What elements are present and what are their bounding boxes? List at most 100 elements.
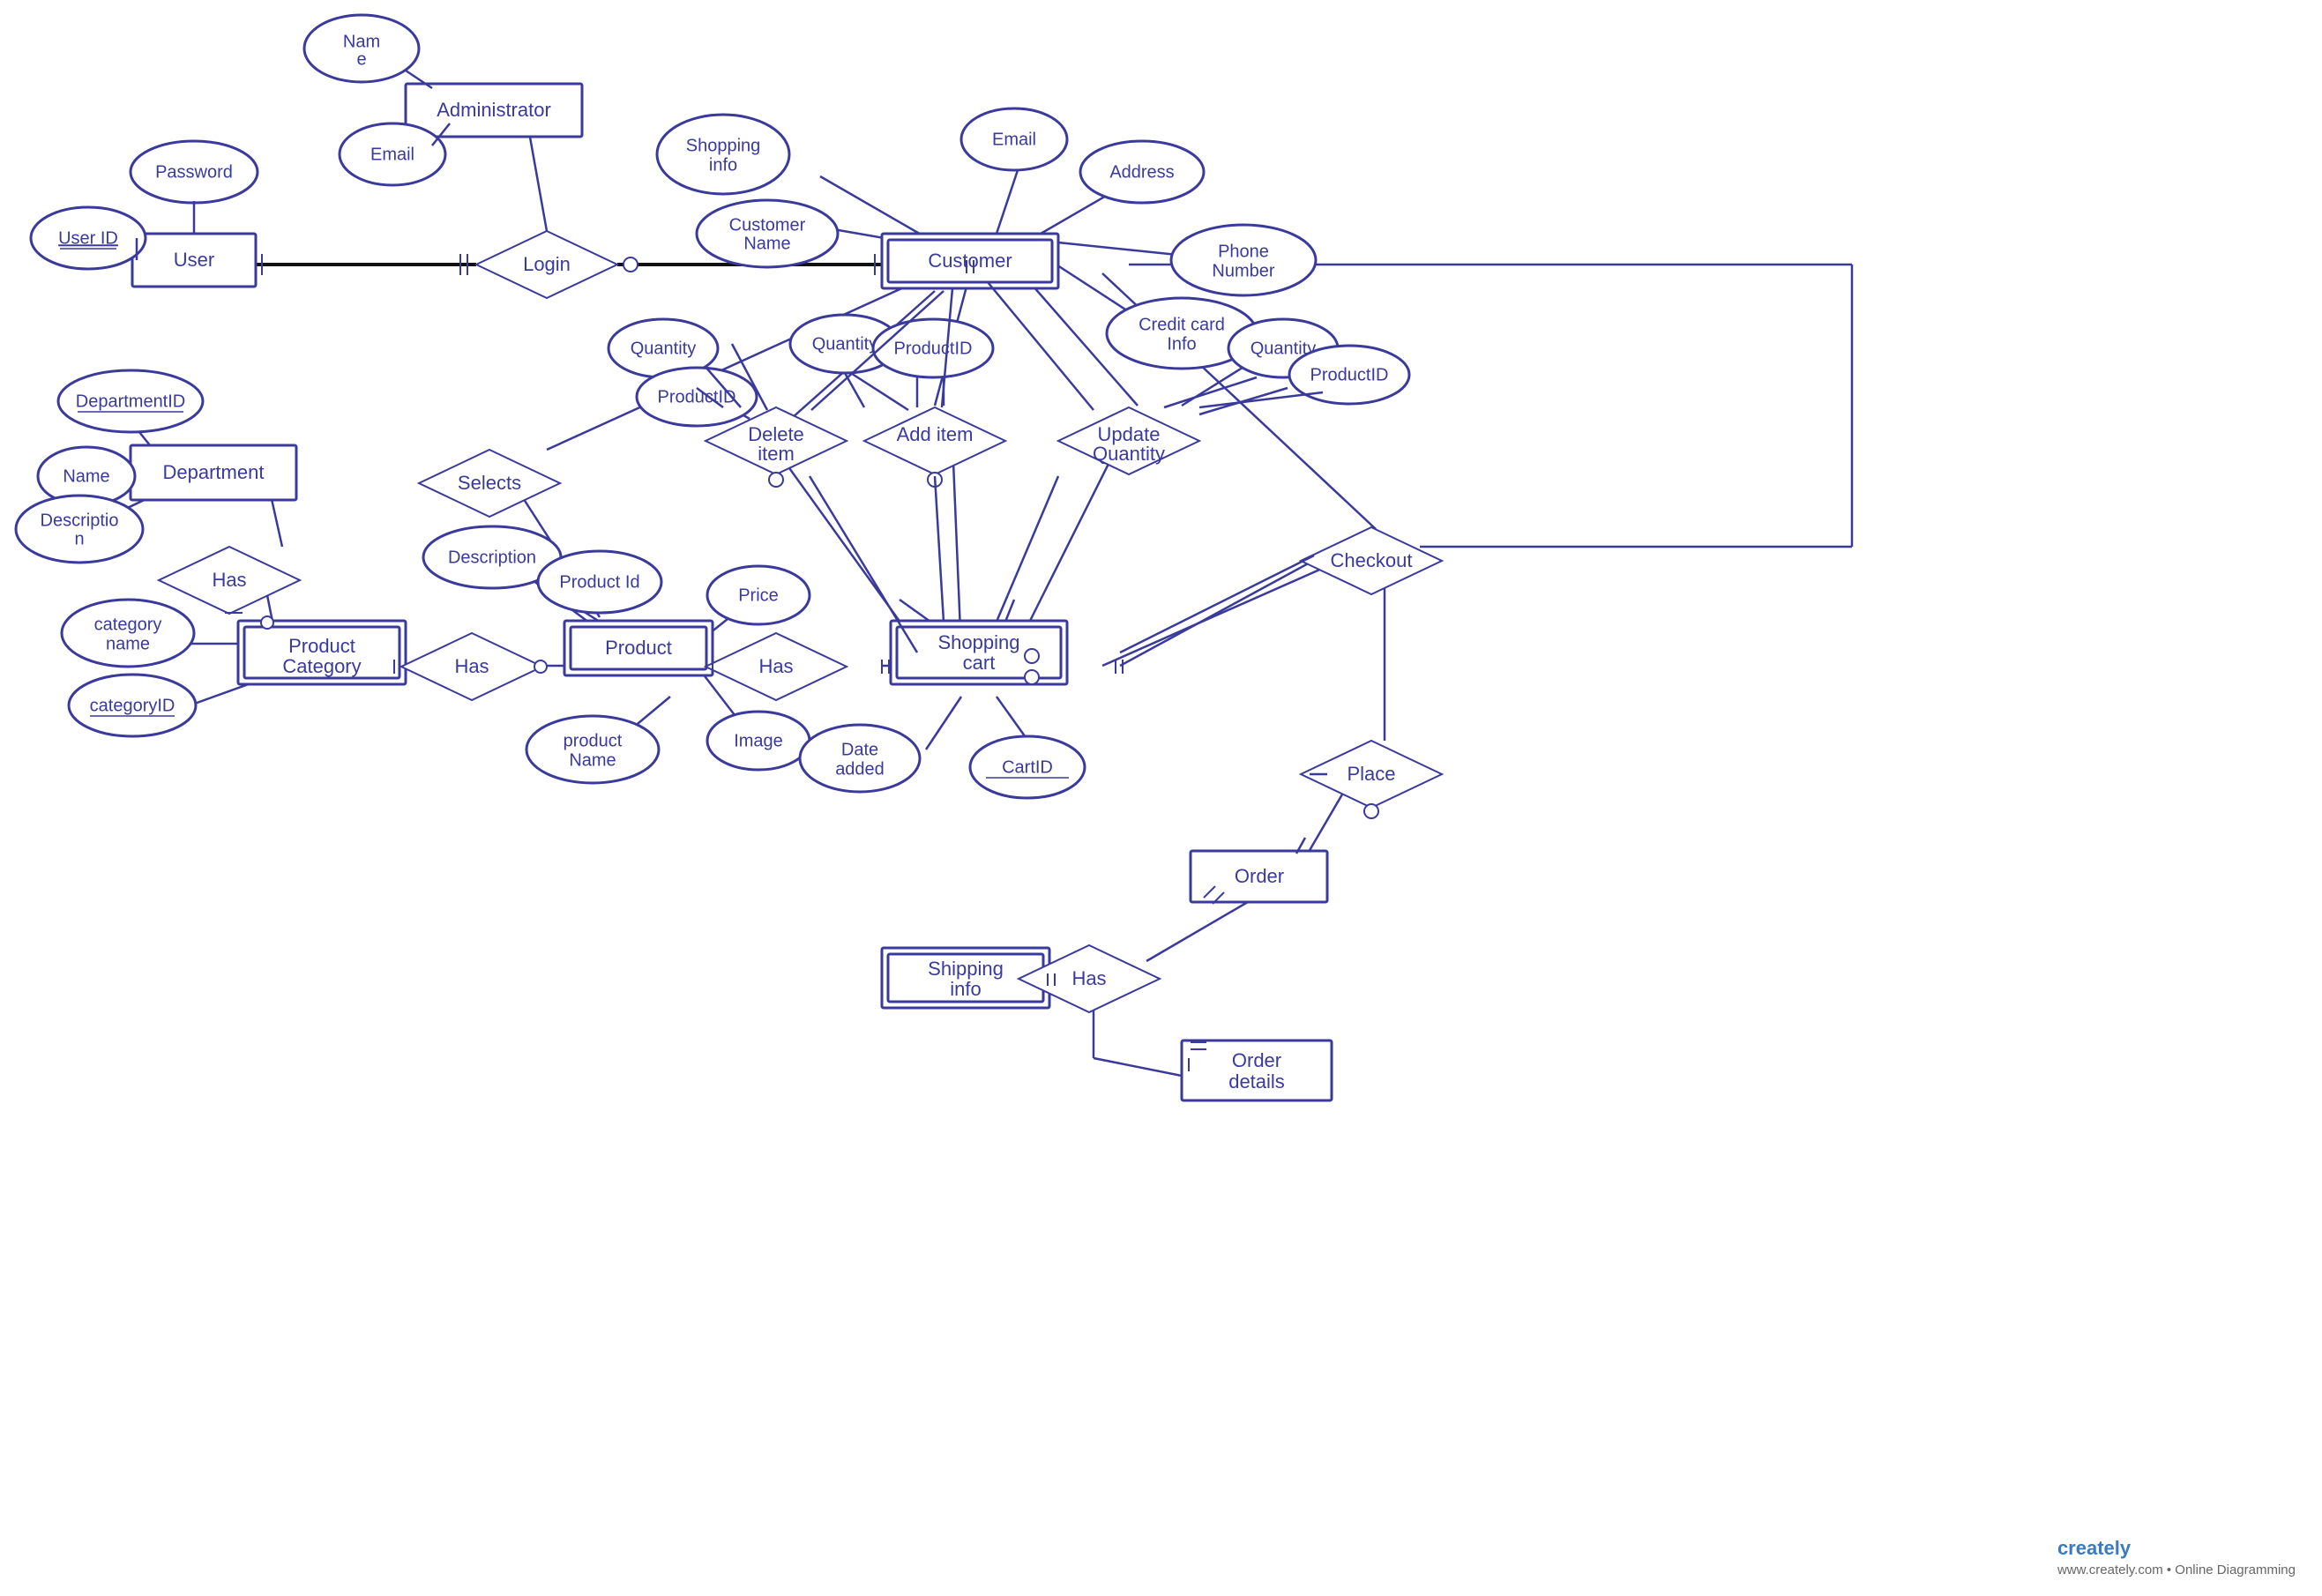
attr-cat-name-label-1: category xyxy=(94,615,162,634)
entity-customer-label: Customer xyxy=(928,250,1012,272)
entity-customer: Customer xyxy=(882,234,1058,288)
attr-cat-name: category name xyxy=(62,600,194,667)
attr-product-price: Price xyxy=(707,566,810,624)
attr-user-id: User ID xyxy=(31,207,146,269)
attr-add-pid: ProductID xyxy=(873,319,993,377)
entity-product-category-label-2: Category xyxy=(282,655,361,677)
attr-admin-email: Email xyxy=(340,123,445,185)
relationship-add-item: Add item xyxy=(864,407,1005,474)
relationship-login: Login xyxy=(476,231,617,298)
relationship-checkout: Checkout xyxy=(1301,527,1442,594)
entity-order-details-label-2: details xyxy=(1228,1070,1285,1093)
attr-shopping-info-label-2: info xyxy=(709,155,737,175)
attr-customer-credit-label-1: Credit card xyxy=(1139,315,1225,334)
attr-customer-phone-label-1: Phone xyxy=(1218,242,1269,261)
entity-shopping-cart-label-2: cart xyxy=(963,652,996,674)
relationship-update-qty: Update Quantity xyxy=(1058,407,1199,474)
attr-add-qty-label: Quantity xyxy=(812,334,877,354)
entity-shipping-info-label-1: Shipping xyxy=(928,958,1004,980)
relationship-has-product: Has xyxy=(706,633,847,700)
attr-user-password: Password xyxy=(131,141,258,203)
attr-product-price-label: Price xyxy=(738,585,779,605)
er-diagram: Administrator User Customer Department P… xyxy=(0,0,2322,1596)
relationship-has-cat-label: Has xyxy=(454,655,489,677)
entity-product-category-label-1: Product xyxy=(288,635,355,657)
entity-user: User xyxy=(132,234,256,287)
relationship-has-product-label: Has xyxy=(758,655,793,677)
relationship-login-label: Login xyxy=(523,253,571,275)
attr-customer-name: Customer Name xyxy=(697,200,838,267)
attr-customer-address-label: Address xyxy=(1109,162,1174,182)
attr-cat-id-label: categoryID xyxy=(90,696,175,715)
attr-customer-email-label: Email xyxy=(992,130,1036,149)
diagram-container: Administrator User Customer Department P… xyxy=(0,0,2322,1596)
entity-product: Product xyxy=(564,621,713,675)
attr-product-name: product Name xyxy=(526,716,659,783)
attr-customer-credit-label-2: Info xyxy=(1167,334,1196,354)
attr-delete-pid-label: ProductID xyxy=(658,387,736,406)
attr-product-id: Product Id xyxy=(538,551,661,613)
watermark: creately www.creately.com • Online Diagr… xyxy=(2057,1537,2296,1578)
relationship-has-order-label: Has xyxy=(1071,967,1106,989)
attr-product-image: Image xyxy=(707,712,810,770)
entity-department: Department xyxy=(131,445,296,500)
attr-cart-id-label: CartID xyxy=(1002,757,1053,777)
attr-user-password-label: Password xyxy=(155,162,233,182)
attr-customer-name-label-2: Name xyxy=(743,234,790,253)
attr-customer-shopping-info: Shopping info xyxy=(657,115,789,194)
entity-administrator-label: Administrator xyxy=(437,99,551,121)
relationship-add-item-label-1: Add item xyxy=(897,423,974,445)
attr-product-name-label-2: Name xyxy=(569,750,616,770)
attr-cart-id: CartID xyxy=(970,736,1085,798)
attr-dept-desc-label-1: Descriptio xyxy=(41,511,119,530)
attr-customer-name-label-1: Customer xyxy=(729,215,806,235)
entity-user-label: User xyxy=(174,249,214,271)
attr-product-desc-label: Description xyxy=(448,548,536,567)
attr-cart-date-label-1: Date xyxy=(841,740,878,759)
attr-cat-id: categoryID xyxy=(69,675,196,736)
attr-delete-qty-label: Quantity xyxy=(631,339,696,358)
attr-dept-id-label: DepartmentID xyxy=(76,392,186,411)
entity-shipping-info-label-2: info xyxy=(950,978,981,1000)
relationship-place-label: Place xyxy=(1347,763,1395,785)
attr-update-pid-label: ProductID xyxy=(1310,365,1389,384)
relationship-has-dept-label: Has xyxy=(212,569,246,591)
entity-order: Order xyxy=(1191,851,1327,902)
attr-shopping-info-label-1: Shopping xyxy=(686,136,761,155)
attr-dept-desc: Descriptio n xyxy=(16,496,143,563)
attr-product-name-label-1: product xyxy=(564,731,623,750)
attr-dept-desc-label-2: n xyxy=(74,529,84,548)
relationship-delete-item-label-2: item xyxy=(758,443,795,465)
attr-admin-email-label: Email xyxy=(370,145,414,164)
entity-administrator: Administrator xyxy=(406,84,582,137)
attr-dept-id: DepartmentID xyxy=(58,370,203,432)
attr-customer-email: Email xyxy=(961,108,1067,170)
attr-customer-address: Address xyxy=(1080,141,1204,203)
attr-cat-name-label-2: name xyxy=(106,634,150,653)
attr-customer-phone-label-2: Number xyxy=(1212,261,1274,280)
attr-admin-name: Nam e xyxy=(304,15,419,82)
attr-dept-name-label: Name xyxy=(63,466,109,486)
attr-product-id-label: Product Id xyxy=(559,572,639,592)
entity-department-label: Department xyxy=(163,461,265,483)
entity-product-category: Product Category xyxy=(238,621,406,684)
entity-product-label: Product xyxy=(605,637,672,659)
watermark-logo: creately xyxy=(2057,1537,2131,1559)
attr-customer-phone: Phone Number xyxy=(1171,225,1316,295)
entity-shopping-cart-label-1: Shopping xyxy=(938,631,1020,653)
entity-order-details-label-1: Order xyxy=(1232,1049,1281,1071)
relationship-checkout-label: Checkout xyxy=(1331,549,1413,571)
relationship-has-dept: Has xyxy=(159,547,300,614)
attr-delete-pid: ProductID xyxy=(637,368,757,426)
attr-admin-name-label-2: e xyxy=(356,49,366,69)
attr-add-pid-label: ProductID xyxy=(894,339,973,358)
attr-user-id-label: User ID xyxy=(58,228,118,248)
attr-cart-date-label-2: added xyxy=(835,759,885,779)
entity-order-label: Order xyxy=(1235,865,1284,887)
relationship-update-qty-label-2: Quantity xyxy=(1093,443,1165,465)
attr-admin-name-label-1: Nam xyxy=(343,32,380,51)
attr-cart-date: Date added xyxy=(800,725,920,792)
watermark-url: www.creately.com • Online Diagramming xyxy=(2057,1562,2296,1577)
attr-product-image-label: Image xyxy=(734,731,783,750)
relationship-has-cat: Has xyxy=(401,633,542,700)
